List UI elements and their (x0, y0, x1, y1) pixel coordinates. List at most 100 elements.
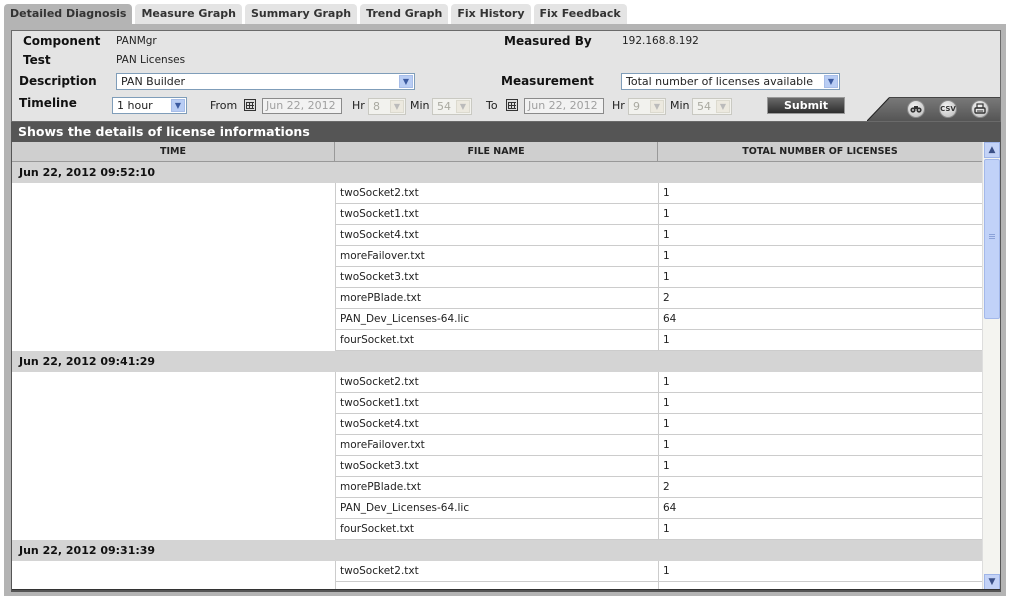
file-name-cell: twoSocket2.txt (335, 561, 658, 582)
chevron-down-icon: ▼ (824, 75, 838, 88)
group-time-row: Jun 22, 2012 09:52:10 (12, 162, 982, 183)
table-row: morePBlade.txt 2 (12, 288, 982, 309)
column-header-file-name[interactable]: FILE NAME (335, 142, 658, 162)
from-hr-value: 8 (373, 100, 380, 113)
measured-by-label: Measured By (504, 34, 592, 48)
table-row: PAN_Dev_Licenses-64.lic 64 (12, 498, 982, 519)
from-min-value: 54 (437, 100, 451, 113)
license-count-cell: 1 (658, 372, 982, 393)
to-hr-label: Hr (612, 99, 625, 112)
info-panel: Component PANMgr Test PAN Licenses Descr… (11, 30, 1001, 122)
from-label: From (210, 99, 238, 112)
group-time-row: Jun 22, 2012 09:31:39 (12, 540, 982, 561)
license-count-cell (658, 582, 982, 589)
license-count-cell: 1 (658, 183, 982, 204)
submit-button[interactable]: Submit (767, 97, 845, 114)
to-min-value: 54 (697, 100, 711, 113)
calendar-icon[interactable] (244, 99, 256, 111)
chevron-down-icon: ▼ (988, 577, 996, 587)
file-name-cell (335, 582, 658, 589)
file-name-cell: twoSocket4.txt (335, 225, 658, 246)
measurement-select[interactable]: Total number of licenses available ▼ (621, 73, 840, 90)
from-min-select[interactable]: 54 ▼ (432, 98, 472, 115)
component-label: Component (23, 34, 101, 48)
time-cell (12, 498, 335, 519)
time-cell (12, 288, 335, 309)
time-cell (12, 414, 335, 435)
table-row: moreFailover.txt 1 (12, 435, 982, 456)
measurement-label: Measurement (501, 74, 594, 88)
file-name-cell: twoSocket4.txt (335, 414, 658, 435)
tab-detailed-diagnosis[interactable]: Detailed Diagnosis (4, 4, 133, 24)
table-row: fourSocket.txt 1 (12, 519, 982, 540)
description-select[interactable]: PAN Builder ▼ (116, 73, 415, 90)
license-count-cell: 2 (658, 477, 982, 498)
from-hr-select[interactable]: 8 ▼ (368, 98, 406, 115)
table-row: morePBlade.txt 2 (12, 477, 982, 498)
vertical-scrollbar[interactable]: ▲ ▼ (982, 142, 1000, 589)
table-row: PAN_Dev_Licenses-64.lic 64 (12, 309, 982, 330)
measurement-value: Total number of licenses available (626, 75, 813, 88)
measured-by-value: 192.168.8.192 (622, 35, 699, 47)
license-count-cell: 1 (658, 225, 982, 246)
tab-fix-feedback[interactable]: Fix Feedback (533, 4, 627, 24)
chevron-down-icon: ▼ (716, 100, 730, 113)
table-body: Jun 22, 2012 09:52:10 twoSocket2.txt 1 twoS… (12, 162, 982, 589)
calendar-icon[interactable] (506, 99, 518, 111)
table-row: fourSocket.txt 1 (12, 330, 982, 351)
license-count-cell: 1 (658, 267, 982, 288)
table-row: twoSocket4.txt 1 (12, 414, 982, 435)
license-count-cell: 1 (658, 456, 982, 477)
table-row: twoSocket3.txt 1 (12, 456, 982, 477)
license-count-cell: 1 (658, 330, 982, 351)
file-name-cell: morePBlade.txt (335, 477, 658, 498)
table-row: twoSocket1.txt 1 (12, 204, 982, 225)
from-min-label: Min (410, 99, 430, 112)
scrollbar-thumb[interactable] (984, 159, 1000, 319)
license-count-cell: 1 (658, 414, 982, 435)
csv-export-icon[interactable]: CSV (939, 100, 957, 118)
license-count-cell: 1 (658, 435, 982, 456)
scroll-up-button[interactable]: ▲ (984, 142, 1000, 158)
license-count-cell: 1 (658, 246, 982, 267)
license-count-cell: 1 (658, 393, 982, 414)
to-date-input[interactable]: Jun 22, 2012 (524, 98, 604, 114)
tab-fix-history[interactable]: Fix History (451, 4, 531, 24)
from-hr-label: Hr (352, 99, 365, 112)
table-row: moreFailover.txt 1 (12, 246, 982, 267)
grip-icon (989, 234, 995, 240)
time-cell (12, 519, 335, 540)
results-panel: Shows the details of license information… (11, 122, 1001, 592)
column-header-total-licenses[interactable]: TOTAL NUMBER OF LICENSES (658, 142, 982, 162)
chevron-down-icon: ▼ (650, 100, 664, 113)
tab-summary-graph[interactable]: Summary Graph (244, 4, 358, 24)
table-row: twoSocket1.txt 1 (12, 393, 982, 414)
results-table: TIME FILE NAME TOTAL NUMBER OF LICENSES … (12, 142, 1000, 590)
table-row: twoSocket2.txt 1 (12, 561, 982, 582)
time-cell (12, 477, 335, 498)
column-header-time[interactable]: TIME (12, 142, 335, 162)
file-name-cell: twoSocket1.txt (335, 204, 658, 225)
scroll-down-button[interactable]: ▼ (984, 574, 1000, 589)
tab-measure-graph[interactable]: Measure Graph (135, 4, 242, 24)
time-cell (12, 456, 335, 477)
tab-trend-graph[interactable]: Trend Graph (360, 4, 449, 24)
print-icon[interactable] (971, 100, 989, 118)
from-date-input[interactable]: Jun 22, 2012 (262, 98, 342, 114)
to-min-select[interactable]: 54 ▼ (692, 98, 732, 115)
time-cell (12, 372, 335, 393)
timeline-select[interactable]: 1 hour ▼ (112, 97, 187, 114)
time-cell (12, 561, 335, 582)
file-name-cell: twoSocket3.txt (335, 456, 658, 477)
file-name-cell: twoSocket2.txt (335, 183, 658, 204)
binoculars-icon[interactable] (907, 100, 925, 118)
file-name-cell: morePBlade.txt (335, 288, 658, 309)
license-count-cell: 1 (658, 519, 982, 540)
license-count-cell: 64 (658, 309, 982, 330)
results-title: Shows the details of license information… (18, 124, 310, 139)
file-name-cell: moreFailover.txt (335, 435, 658, 456)
group-time-row: Jun 22, 2012 09:41:29 (12, 351, 982, 372)
to-hr-select[interactable]: 9 ▼ (628, 98, 666, 115)
file-name-cell: twoSocket3.txt (335, 267, 658, 288)
time-cell (12, 267, 335, 288)
